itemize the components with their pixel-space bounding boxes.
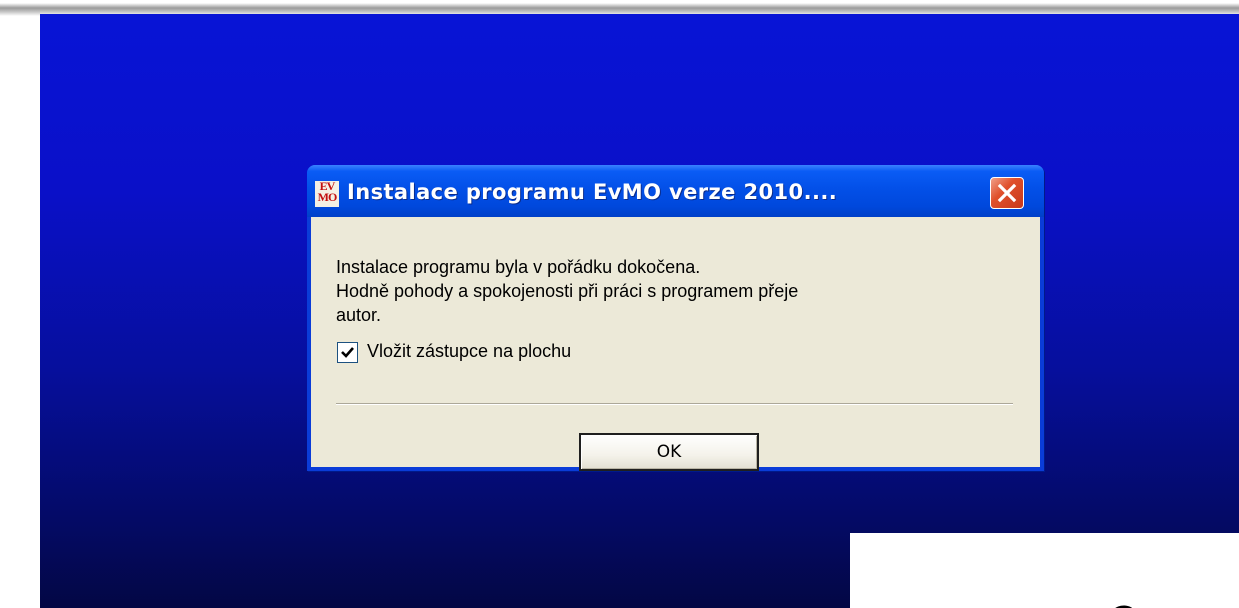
- message-line-2: Hodně pohody a spokojenosti při práci s …: [336, 281, 799, 301]
- install-complete-dialog: EV MO Instalace programu EvMO verze 2010…: [307, 165, 1044, 471]
- checkmark-icon: [341, 347, 354, 358]
- title-bar[interactable]: EV MO Instalace programu EvMO verze 2010…: [307, 165, 1044, 217]
- close-icon: [997, 183, 1017, 203]
- dialog-body: Instalace programu byla v pořádku dokoče…: [311, 217, 1040, 471]
- separator: [336, 403, 1013, 405]
- message-line-1: Instalace programu byla v pořádku dokoče…: [336, 257, 701, 277]
- app-icon: EV MO: [315, 180, 339, 207]
- doodle-icon: [1115, 605, 1132, 608]
- desktop-shortcut-checkbox[interactable]: [337, 342, 358, 363]
- close-button[interactable]: [990, 177, 1024, 209]
- desktop-shortcut-label[interactable]: Vložit zástupce na plochu: [367, 341, 571, 362]
- app-icon-line2: MO: [317, 190, 338, 204]
- corner-image: [850, 533, 1239, 608]
- dialog-title: Instalace programu EvMO verze 2010....: [347, 180, 838, 204]
- ok-button[interactable]: OK: [579, 433, 759, 471]
- message-line-3: autor.: [336, 305, 382, 325]
